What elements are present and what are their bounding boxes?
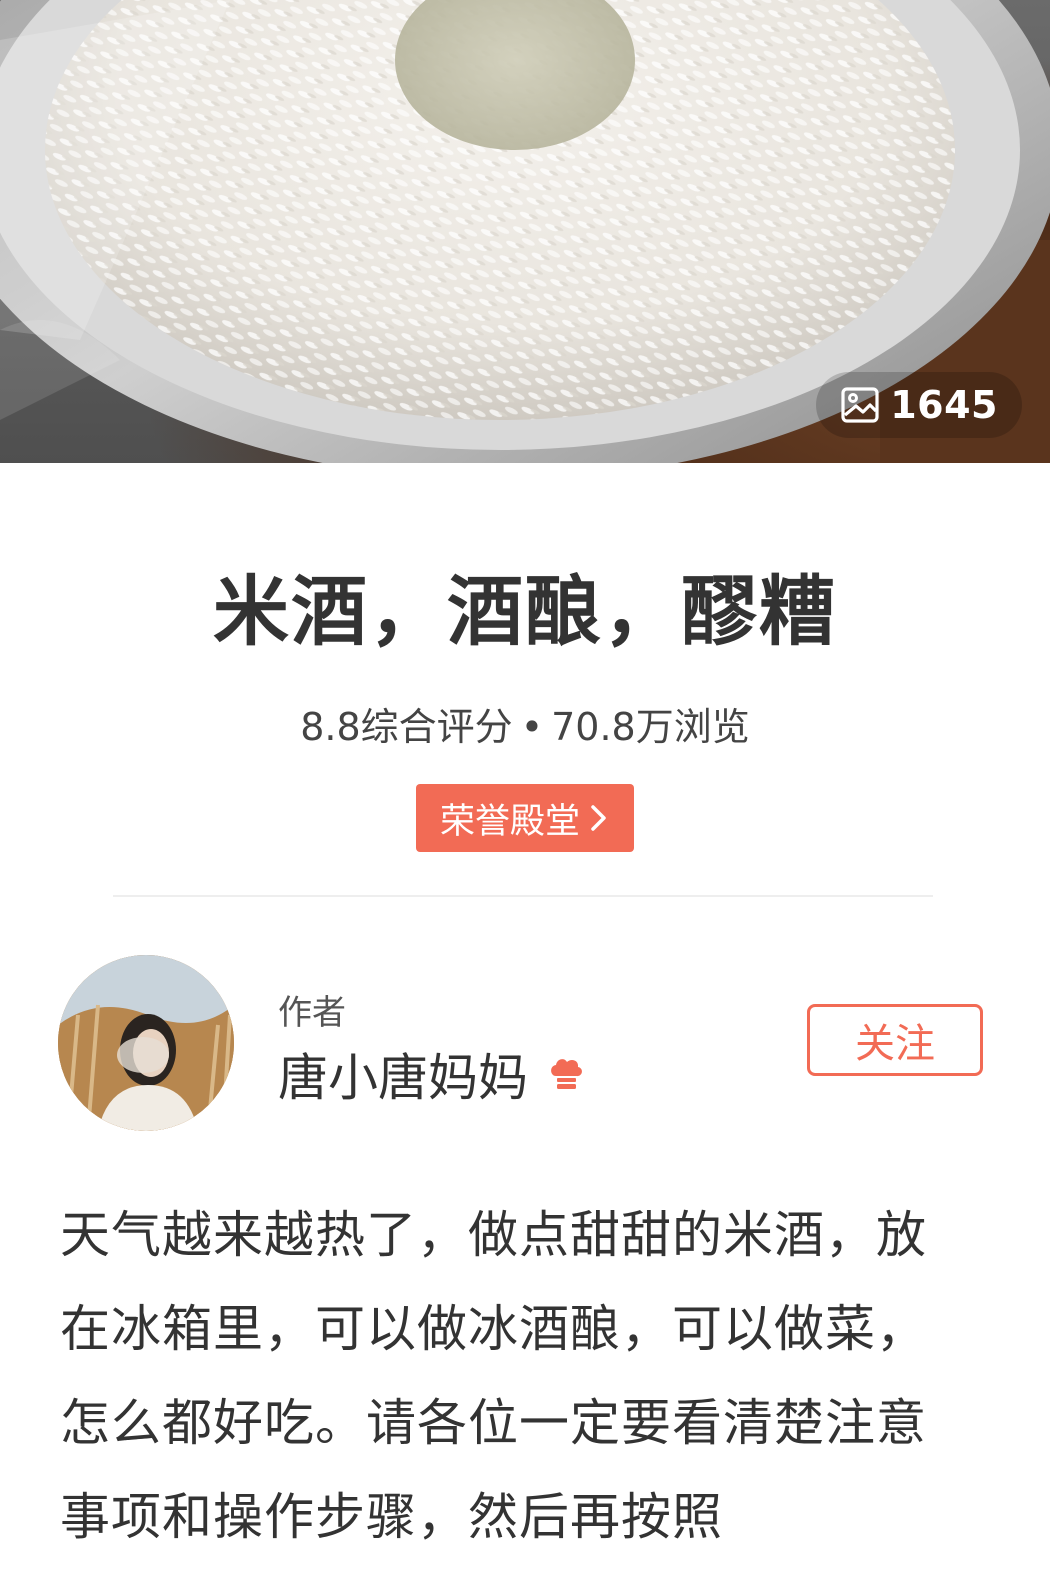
recipe-cover-image[interactable]: 1645: [0, 0, 1050, 463]
badge-label: 荣誉殿堂: [439, 801, 580, 842]
photo-count-badge[interactable]: 1645: [816, 372, 1022, 438]
recipe-title: 米酒，酒酿，醪糟: [213, 567, 837, 656]
author-avatar[interactable]: [58, 955, 234, 1131]
hall-of-fame-badge[interactable]: 荣誉殿堂: [415, 784, 634, 852]
avatar-photo: [58, 955, 234, 1131]
rating-text: 8.8综合评分: [300, 705, 513, 749]
author-label: 作者: [278, 993, 346, 1033]
chevron-right-icon: [591, 805, 606, 831]
recipe-stats: 8.8综合评分 • 70.8万浏览: [0, 696, 1050, 751]
section-divider: [113, 895, 933, 897]
photo-count: 1645: [890, 383, 998, 427]
recipe-detail-page: 1645 米酒，酒酿，醪糟 8.8综合评分•70.8万浏览 荣誉殿堂 作者: [0, 0, 1050, 1575]
recipe-description: 天气越来越热了，做点甜甜的米酒，放在冰箱里，可以做冰酒酿，可以做菜，怎么都好吃。…: [60, 1206, 927, 1546]
meta-separator: •: [520, 705, 544, 749]
chef-hat-icon: [551, 1059, 582, 1089]
author-name: 唐小唐妈妈: [278, 1049, 528, 1107]
author-name-row[interactable]: 唐小唐妈妈: [278, 1038, 586, 1110]
image-icon: [841, 387, 879, 423]
follow-button[interactable]: 关注: [807, 1004, 983, 1076]
view-count: 70.8万浏览: [551, 705, 750, 749]
badge-row: 荣誉殿堂: [0, 784, 1050, 852]
